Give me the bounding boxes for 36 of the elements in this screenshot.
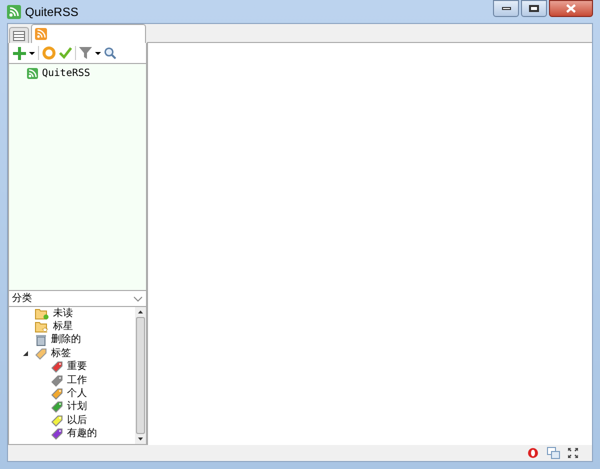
label-item[interactable]: 工作: [67, 374, 87, 387]
checkmark-icon[interactable]: [59, 47, 72, 59]
expand-arrow-icon[interactable]: [23, 351, 31, 356]
app-logo-icon: [7, 4, 21, 18]
scrollbar[interactable]: [135, 307, 146, 444]
label-item[interactable]: 以后: [67, 414, 87, 427]
category-item[interactable]: 未读: [53, 308, 73, 320]
window-title: QuiteRSS: [25, 4, 78, 20]
feed-title[interactable]: QuiteRSS: [42, 66, 90, 80]
tab[interactable]: [9, 27, 29, 43]
folder-icon: [35, 308, 49, 320]
close-icon: [566, 4, 576, 13]
windows-overlap-icon[interactable]: [547, 447, 560, 459]
minimize-button[interactable]: [493, 0, 519, 17]
dropdown-caret-icon[interactable]: [29, 52, 35, 54]
label-item[interactable]: 个人: [67, 388, 87, 400]
category-item[interactable]: 标签: [51, 348, 71, 360]
categories-header: 分类: [12, 292, 33, 306]
label-item[interactable]: 计划: [67, 401, 87, 414]
search-icon[interactable]: [104, 47, 116, 59]
maximize-button[interactable]: [521, 0, 547, 17]
ring-icon[interactable]: [527, 447, 539, 459]
feed-icon: [27, 68, 38, 78]
label-item[interactable]: 重要: [67, 361, 87, 374]
tag-icon: [35, 348, 47, 360]
trash-icon: [35, 334, 47, 346]
fullscreen-icon[interactable]: [568, 448, 578, 458]
chevron-down-icon[interactable]: [133, 296, 143, 302]
close-button[interactable]: [549, 0, 593, 17]
label-item[interactable]: 有趣的: [67, 428, 97, 440]
category-item[interactable]: 删除的: [51, 334, 81, 346]
dropdown-caret-icon[interactable]: [95, 52, 101, 54]
list-icon: [13, 30, 25, 40]
category-item[interactable]: 标星: [53, 321, 73, 334]
rss-icon: [35, 28, 47, 40]
folder-icon: [35, 321, 49, 334]
